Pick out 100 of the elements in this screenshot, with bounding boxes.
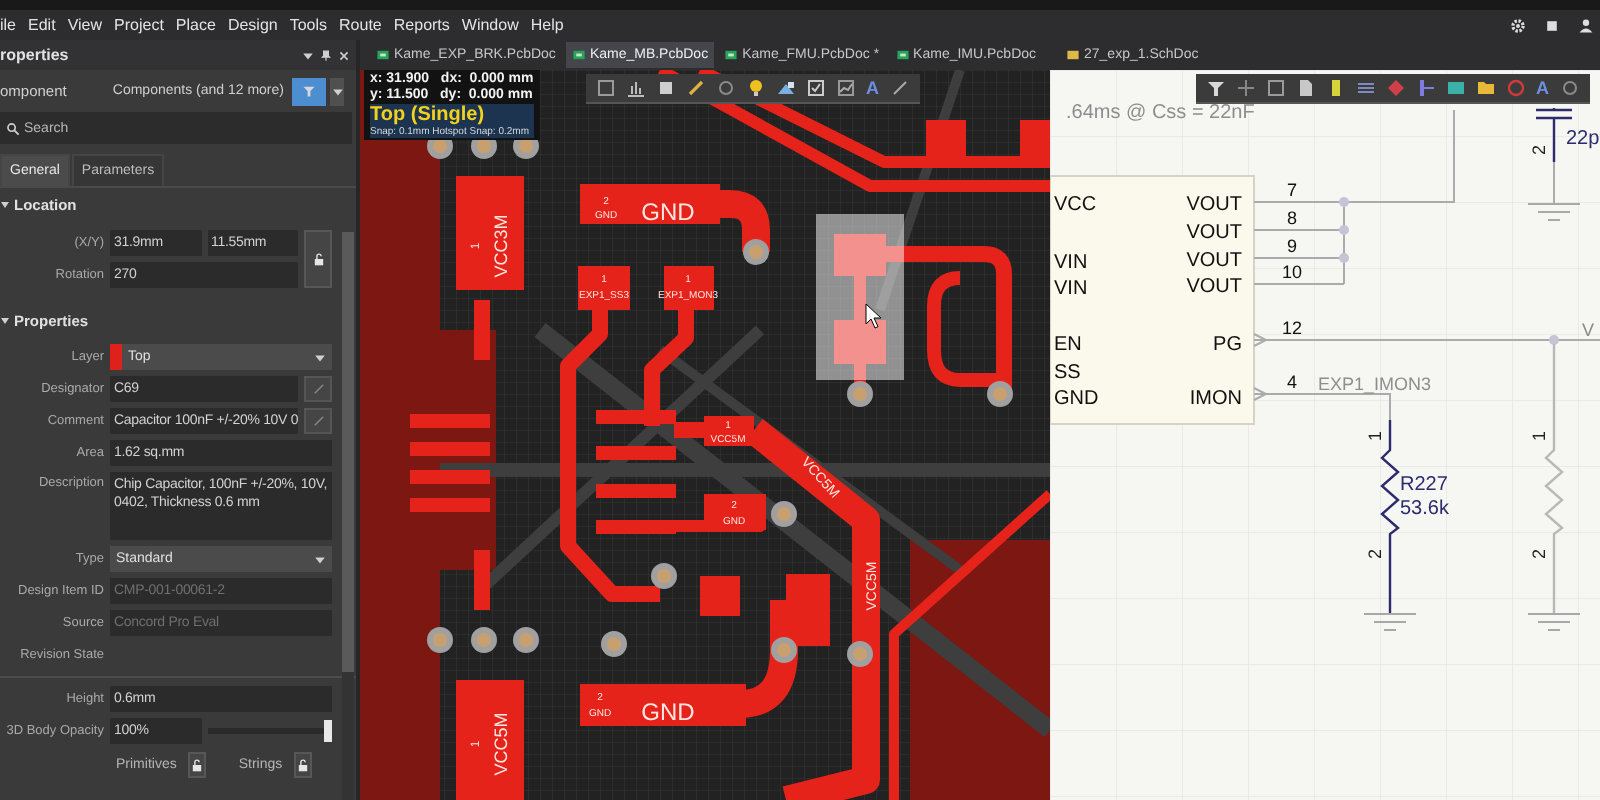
- layers-icon[interactable]: [776, 78, 796, 98]
- expand-arrow-icon[interactable]: [0, 200, 10, 210]
- component-value: 53.6k: [1400, 498, 1449, 520]
- settings-icon[interactable]: [1510, 17, 1526, 33]
- pencil-icon: [311, 414, 325, 428]
- net-label: GND: [641, 198, 695, 226]
- menu-item[interactable]: ile: [0, 16, 17, 34]
- via: [771, 501, 797, 527]
- via: [847, 381, 873, 407]
- lock-button[interactable]: [188, 752, 207, 778]
- pin-number: 2: [1364, 549, 1385, 559]
- via: [743, 239, 769, 265]
- lock-button[interactable]: [294, 752, 313, 778]
- pad: [578, 266, 630, 310]
- pad: [700, 576, 740, 616]
- line-icon[interactable]: [889, 78, 909, 98]
- folder-icon[interactable]: [1476, 78, 1496, 98]
- pin-name: VOUT: [1186, 250, 1242, 272]
- lock-button[interactable]: [304, 230, 332, 288]
- filter-icon[interactable]: [1206, 78, 1226, 98]
- pad: [410, 498, 490, 512]
- battery-icon[interactable]: [1326, 78, 1346, 98]
- pad: [410, 442, 490, 456]
- menu-item[interactable]: Reports: [393, 16, 450, 34]
- dropdown-button[interactable]: [330, 77, 344, 105]
- pin-name: VOUT: [1186, 222, 1242, 244]
- chip-icon[interactable]: [656, 78, 676, 98]
- circle-icon[interactable]: [1559, 78, 1579, 98]
- pin-name: VOUT: [1186, 276, 1242, 298]
- menu-item[interactable]: Place: [175, 16, 216, 34]
- via: [987, 381, 1013, 407]
- bar-chart-icon[interactable]: [626, 78, 646, 98]
- pcb-document-icon: [724, 48, 739, 62]
- pin-name: VOUT: [1186, 194, 1242, 216]
- via: [651, 563, 677, 589]
- pin-number: 10: [1282, 262, 1302, 282]
- pin-name: SS: [1054, 362, 1081, 384]
- scrollbar[interactable]: [342, 232, 354, 800]
- pin-number: 7: [1287, 180, 1297, 200]
- pad: [704, 494, 766, 530]
- text-tool-button[interactable]: A: [866, 78, 879, 98]
- filter-button[interactable]: [292, 77, 326, 105]
- pin-name: VCC: [1054, 194, 1097, 216]
- text-tool-button[interactable]: A: [1536, 78, 1549, 98]
- slider-thumb[interactable]: [324, 720, 332, 742]
- pin-name: VIN: [1054, 278, 1088, 300]
- note-text: .64ms @ Css = 22nF: [1066, 102, 1255, 124]
- schematic-document-icon: [1066, 48, 1080, 62]
- ground-symbol: [1363, 613, 1417, 631]
- junction-dot: [1549, 335, 1559, 345]
- rectangle-icon[interactable]: [1446, 78, 1466, 98]
- pad: [596, 410, 676, 424]
- menu-item[interactable]: Edit: [28, 16, 56, 34]
- menu-item[interactable]: Design: [227, 16, 278, 34]
- pin-number: 2: [1528, 549, 1549, 559]
- caret-down-icon: [314, 553, 326, 565]
- pad: [926, 120, 966, 160]
- via: [847, 641, 873, 667]
- pin-name: EN: [1054, 334, 1082, 356]
- pin-number: 4: [1287, 372, 1297, 392]
- menu-item[interactable]: Help: [530, 16, 564, 34]
- caret-down-icon: [331, 85, 343, 97]
- graph-icon[interactable]: [836, 78, 856, 98]
- document-icon[interactable]: [1296, 78, 1316, 98]
- circle-icon[interactable]: [716, 78, 736, 98]
- pin-number: 9: [1287, 236, 1297, 256]
- menu-item[interactable]: Tools: [289, 16, 328, 34]
- designator: R227: [1400, 474, 1448, 496]
- via: [771, 637, 797, 663]
- pad: [834, 234, 886, 276]
- pad: [474, 300, 490, 360]
- person-icon[interactable]: [1578, 17, 1594, 33]
- via: [601, 631, 627, 657]
- wires-icon[interactable]: [1356, 78, 1376, 98]
- pin-number: 12: [1282, 318, 1302, 338]
- pad: [410, 470, 490, 484]
- pin-icon[interactable]: [320, 49, 332, 61]
- caret-down-icon[interactable]: [302, 49, 314, 61]
- expand-arrow-icon[interactable]: [0, 316, 10, 326]
- pad: [580, 184, 720, 224]
- pin-name: IMON: [1189, 388, 1242, 410]
- pad: [596, 484, 676, 498]
- net-label: GND: [641, 698, 695, 726]
- bulb-icon[interactable]: [746, 78, 766, 98]
- pcb-document-icon: [895, 48, 910, 62]
- menu-item[interactable]: View: [67, 16, 103, 34]
- layer-mode-text: Top (Single): [370, 104, 534, 126]
- pin-number: 1: [1528, 431, 1549, 441]
- menu-item[interactable]: Project: [114, 16, 164, 34]
- square-icon[interactable]: [1544, 17, 1560, 33]
- bar-icon[interactable]: [1416, 78, 1436, 98]
- menu-item[interactable]: Route: [339, 16, 382, 34]
- caret-down-icon: [314, 351, 326, 363]
- pencil-icon[interactable]: [686, 78, 706, 98]
- checkbox-icon[interactable]: [806, 78, 826, 98]
- plus-icon[interactable]: [1236, 78, 1256, 98]
- close-icon[interactable]: [338, 49, 350, 61]
- menu-item[interactable]: Window: [461, 16, 519, 34]
- pin-name: GND: [1054, 388, 1099, 410]
- panel-title: roperties: [0, 46, 69, 64]
